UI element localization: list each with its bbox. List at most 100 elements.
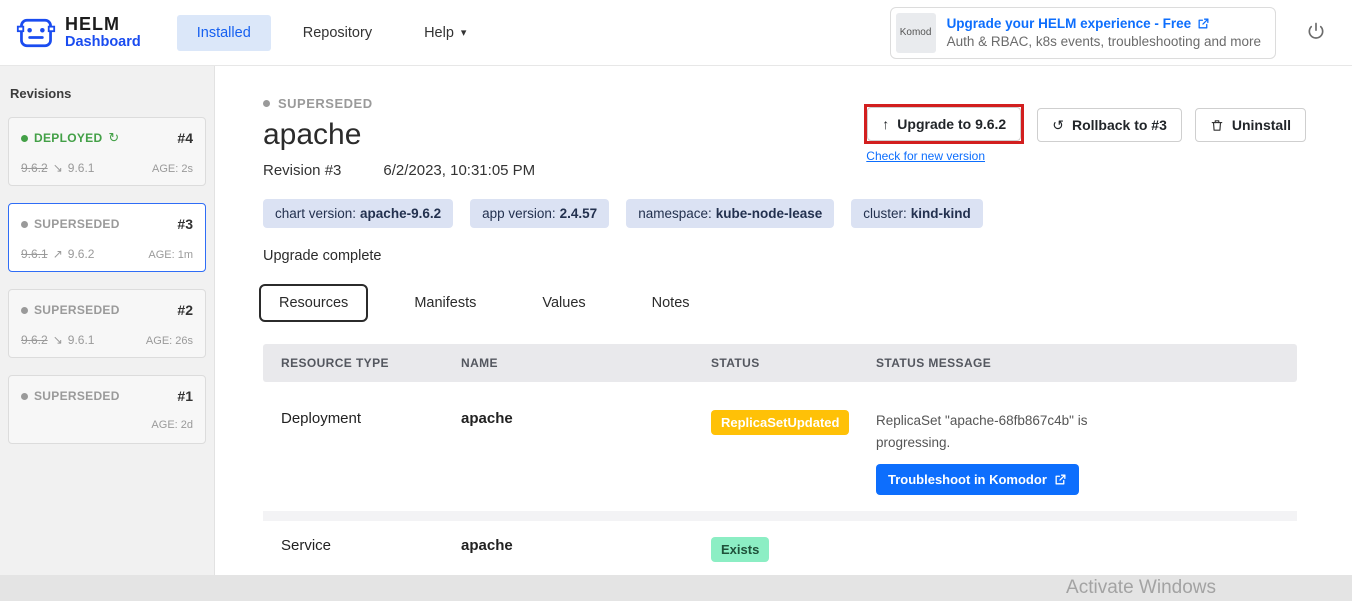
logo-subtitle: Dashboard [65, 34, 141, 50]
revision-line: Revision #3 6/2/2023, 10:31:05 PM [263, 162, 1304, 179]
revision-status: SUPERSEDED [21, 217, 120, 231]
status-badge: ReplicaSetUpdated [711, 410, 849, 435]
namespace-badge: namespace: kube-node-lease [626, 199, 834, 228]
annotation-highlight-box: ↑ Upgrade to 9.6.2 [864, 104, 1024, 144]
badge-label: namespace: [638, 206, 712, 221]
komodor-thumbnail-image: Komod [896, 13, 936, 53]
revision-card-4[interactable]: DEPLOYED ↻ #4 9.6.2 ↘ 9.6.1 AGE: 2s [8, 117, 206, 186]
badge-value: kind-kind [911, 206, 971, 221]
revision-card-bottom: 9.6.1 ↗ 9.6.2 AGE: 1m [21, 247, 193, 261]
troubleshoot-button-label: Troubleshoot in Komodor [888, 472, 1047, 487]
tab-resources[interactable]: Resources [259, 284, 368, 322]
revision-age: AGE: 2d [151, 419, 193, 431]
rollback-button-label: Rollback to #3 [1072, 117, 1167, 133]
col-header-status: STATUS [693, 344, 858, 382]
revision-status: SUPERSEDED [21, 303, 120, 317]
power-icon [1306, 21, 1326, 41]
revision-age: AGE: 26s [146, 335, 193, 347]
revision-card-top: SUPERSEDED #3 [21, 216, 193, 232]
revision-card-bottom: 9.6.2 ↘ 9.6.1 AGE: 2s [21, 161, 193, 175]
trash-icon [1210, 118, 1224, 133]
tab-notes[interactable]: Notes [632, 284, 710, 322]
cell-resource-type: Service [263, 529, 443, 570]
promo-text: Upgrade your HELM experience - Free Auth… [947, 16, 1261, 49]
komodor-thumbnail-text: Komod [900, 27, 932, 38]
upgrade-button[interactable]: ↑ Upgrade to 9.6.2 [867, 107, 1021, 141]
revision-card-3[interactable]: SUPERSEDED #3 9.6.1 ↗ 9.6.2 AGE: 1m [8, 203, 206, 272]
revision-age: AGE: 1m [148, 249, 193, 261]
revision-status-label: SUPERSEDED [34, 389, 120, 403]
troubleshoot-komodor-button[interactable]: Troubleshoot in Komodor [876, 464, 1079, 495]
cell-resource-type: Deployment [263, 402, 443, 503]
top-header: HELM Dashboard Installed Repository Help… [0, 0, 1352, 66]
uninstall-button[interactable]: Uninstall [1195, 108, 1306, 142]
row-divider [263, 511, 1297, 521]
status-message-text: ReplicaSet "apache-68fb867c4b" is progre… [876, 410, 1094, 455]
chart-version-badge: chart version:apache-9.6.2 [263, 199, 453, 228]
release-status: SUPERSEDED [263, 96, 373, 111]
main-nav: Installed Repository Help ▾ [177, 15, 487, 51]
old-version: 9.6.2 [21, 161, 48, 175]
body-row: Revisions DEPLOYED ↻ #4 9.6.2 ↘ 9.6.1 [0, 66, 1352, 575]
cell-status: Exists [693, 529, 858, 570]
cell-status-message: ReplicaSet "apache-68fb867c4b" is progre… [858, 402, 1297, 503]
resources-table: RESOURCE TYPE NAME STATUS STATUS MESSAGE… [263, 344, 1297, 575]
old-version: 9.6.2 [21, 333, 48, 347]
tab-values[interactable]: Values [522, 284, 605, 322]
nav-tab-help[interactable]: Help ▾ [404, 15, 486, 51]
external-link-icon [1197, 17, 1210, 30]
revision-status: SUPERSEDED [21, 389, 120, 403]
revision-card-2[interactable]: SUPERSEDED #2 9.6.2 ↘ 9.6.1 AGE: 26s [8, 289, 206, 358]
release-actions: ↑ Upgrade to 9.6.2 Check for new version… [864, 108, 1306, 163]
revision-number: #3 [177, 216, 193, 232]
reload-icon: ↻ [108, 130, 119, 146]
badge-value: kube-node-lease [716, 206, 823, 221]
upgrade-button-label: Upgrade to 9.6.2 [897, 116, 1006, 132]
helm-dashboard-logo[interactable]: HELM Dashboard [16, 14, 141, 52]
status-dot-icon [263, 100, 270, 107]
bottom-strip: Activate Windows [0, 575, 1352, 601]
version-arrow-icon: ↗ [53, 247, 63, 261]
revision-status-label: DEPLOYED [34, 131, 102, 145]
helm-logo-icon [16, 14, 56, 52]
revisions-heading: Revisions [10, 86, 206, 101]
logo-title: HELM [65, 15, 141, 34]
nav-help-label: Help [424, 25, 454, 41]
tab-manifests[interactable]: Manifests [394, 284, 496, 322]
up-arrow-icon: ↑ [882, 116, 889, 132]
revision-card-1[interactable]: SUPERSEDED #1 AGE: 2d [8, 375, 206, 444]
check-new-version-link[interactable]: Check for new version [866, 149, 985, 163]
status-dot-icon [21, 307, 28, 314]
revision-versions: 9.6.1 ↗ 9.6.2 [21, 247, 94, 261]
nav-tab-repository[interactable]: Repository [283, 15, 392, 51]
revision-number: #4 [177, 130, 193, 146]
promo-subtitle: Auth & RBAC, k8s events, troubleshooting… [947, 34, 1261, 49]
revision-card-top: DEPLOYED ↻ #4 [21, 130, 193, 146]
new-version: 9.6.1 [68, 333, 95, 347]
release-description: Upgrade complete [263, 248, 1304, 264]
external-link-icon [1054, 473, 1067, 486]
promo-title-link[interactable]: Upgrade your HELM experience - Free [947, 16, 1261, 31]
old-version: 9.6.1 [21, 247, 48, 261]
revision-status-label: SUPERSEDED [34, 303, 120, 317]
komodor-promo-banner[interactable]: Komod Upgrade your HELM experience - Fre… [890, 7, 1276, 59]
chevron-down-icon: ▾ [461, 26, 467, 39]
revision-timestamp: 6/2/2023, 10:31:05 PM [383, 162, 535, 179]
power-button[interactable] [1300, 15, 1332, 50]
rollback-button[interactable]: ↺ Rollback to #3 [1037, 108, 1182, 142]
revision-card-top: SUPERSEDED #1 [21, 388, 193, 404]
badge-label: app version: [482, 206, 556, 221]
badge-label: chart version: [275, 206, 356, 221]
revision-card-bottom: AGE: 2d [21, 419, 193, 433]
detail-tabs: Resources Manifests Values Notes [259, 284, 1304, 322]
nav-tab-installed[interactable]: Installed [177, 15, 271, 51]
revision-versions: 9.6.2 ↘ 9.6.1 [21, 333, 94, 347]
col-header-status-message: STATUS MESSAGE [858, 344, 1297, 382]
status-badge: Exists [711, 537, 769, 562]
revision-card-top: SUPERSEDED #2 [21, 302, 193, 318]
badge-label: cluster: [863, 206, 907, 221]
table-row: Deployment apache ReplicaSetUpdated Repl… [263, 394, 1297, 511]
col-header-resource-type: RESOURCE TYPE [263, 344, 443, 382]
new-version: 9.6.1 [68, 161, 95, 175]
badge-value: 2.4.57 [560, 206, 598, 221]
